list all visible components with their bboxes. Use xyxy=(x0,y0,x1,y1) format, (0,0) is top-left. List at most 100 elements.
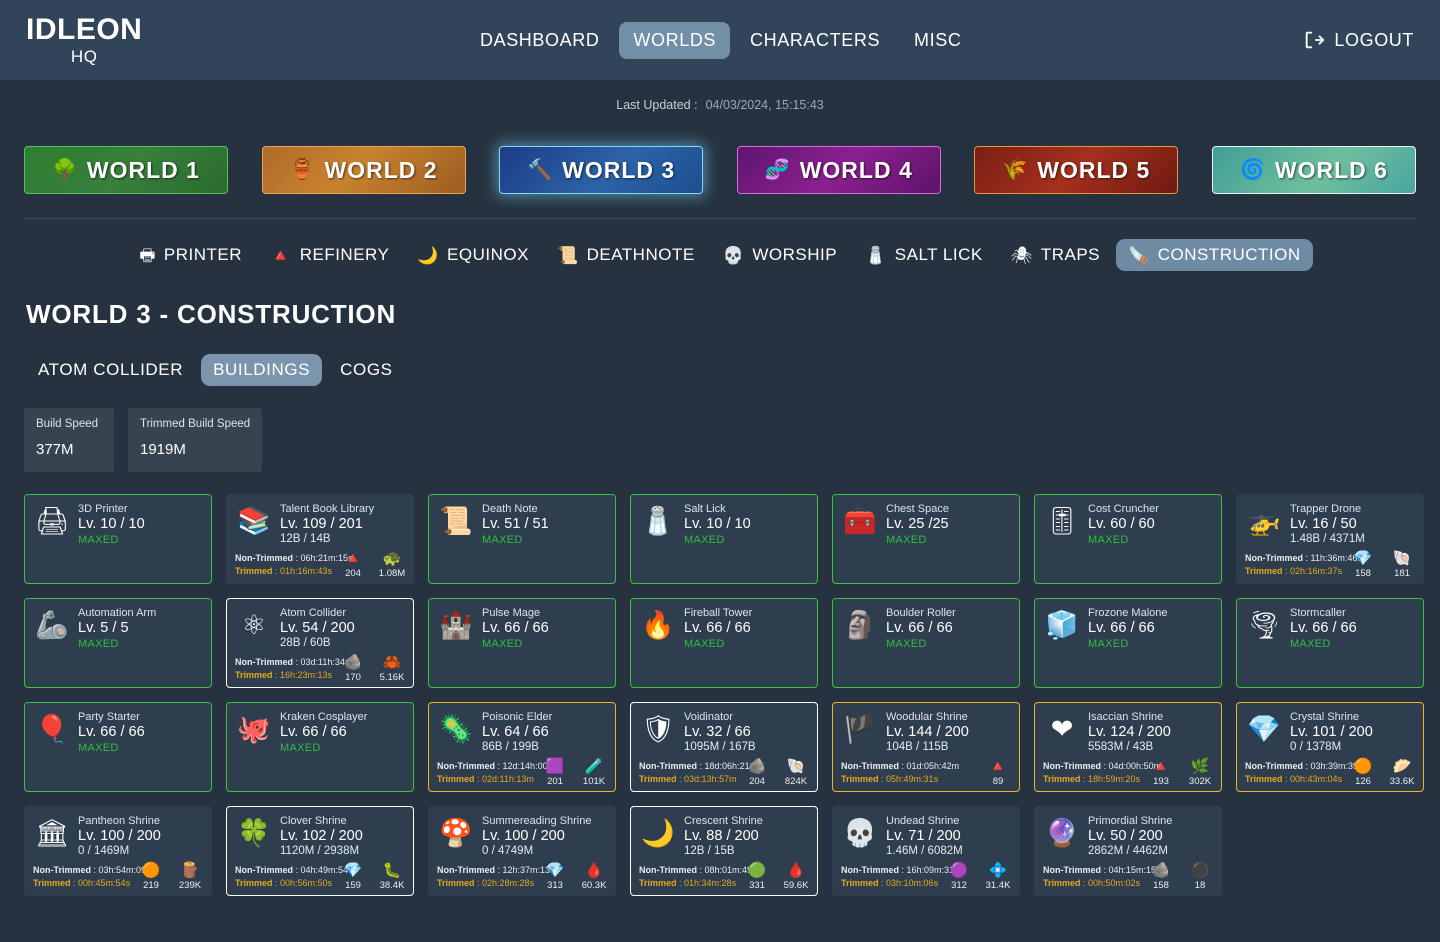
tab-atom-collider[interactable]: ATOM COLLIDER xyxy=(26,354,195,386)
building-card-automation-arm[interactable]: 🦾 Automation Arm Lv. 5 / 5 MAXED xyxy=(24,598,212,688)
building-name: Pantheon Shrine xyxy=(78,815,160,827)
subnav-item-refinery[interactable]: 🔺 REFINERY xyxy=(258,239,401,271)
build-times: Non-Trimmed : 03d:11h:34m Trimmed : 16h:… xyxy=(235,656,352,682)
subnav-item-construction[interactable]: 🪚 CONSTRUCTION xyxy=(1116,239,1313,271)
material-progress: 104B / 115B xyxy=(886,741,949,753)
building-card-trapper-drone[interactable]: 🚁 Trapper Drone Lv. 16 / 50 1.48B / 4371… xyxy=(1236,494,1424,584)
subnav-item-equinox[interactable]: 🌙 EQUINOX xyxy=(405,239,541,271)
building-level: Lv. 124 / 200 xyxy=(1088,724,1171,740)
building-card-death-note[interactable]: 📜 Death Note Lv. 51 / 51 MAXED xyxy=(428,494,616,584)
logout-button[interactable]: LOGOUT xyxy=(1303,0,1414,80)
cost-amount: 201 xyxy=(547,776,563,787)
world-tab-1[interactable]: 🌳 WORLD 1 xyxy=(24,146,228,194)
card-info: Salt Lick Lv. 10 / 10 MAXED xyxy=(684,502,809,546)
world-tab-6[interactable]: 🌀 WORLD 6 xyxy=(1211,146,1416,194)
cost-material-icon: 🪨 xyxy=(343,654,363,671)
cost-item: 🔺 204 xyxy=(338,551,368,580)
page-title: WORLD 3 - CONSTRUCTION xyxy=(26,299,397,329)
building-card-crystal-shrine[interactable]: 💎 Crystal Shrine Lv. 101 / 200 0 / 1378M… xyxy=(1236,702,1424,792)
building-card-chest-space[interactable]: 🧰 Chest Space Lv. 25 /25 MAXED xyxy=(832,494,1020,584)
building-card-3d-printer[interactable]: 🖨 3D Printer Lv. 10 / 10 MAXED xyxy=(24,494,212,584)
salt-lick-icon: 🧂 xyxy=(865,245,887,265)
subnav-item-traps[interactable]: 🕷 TRAPS xyxy=(999,239,1112,271)
world-5-icon: 🌾 xyxy=(1002,159,1028,181)
subnav-item-deathnote[interactable]: 📜 DEATHNOTE xyxy=(545,239,707,271)
building-name: Chest Space xyxy=(886,503,949,515)
material-progress: 0 / 1469M xyxy=(78,845,130,857)
building-card-poisonic-elder[interactable]: 🦠 Poisonic Elder Lv. 64 / 66 86B / 199B … xyxy=(428,702,616,792)
non-trimmed-time: Non-Trimmed : 12d:14h:00m xyxy=(437,761,556,771)
building-card-cost-cruncher[interactable]: 🎚 Cost Cruncher Lv. 60 / 60 MAXED xyxy=(1034,494,1222,584)
salt-lick-icon: 🧂 xyxy=(641,505,675,536)
trapper-drone-icon: 🚁 xyxy=(1247,505,1281,536)
cost-item: 🦀 5.16K xyxy=(377,655,407,684)
clover-shrine-icon: 🍀 xyxy=(237,817,271,848)
cost-item: 🟠 219 xyxy=(136,863,166,892)
building-card-party-starter[interactable]: 🎈 Party Starter Lv. 66 / 66 MAXED xyxy=(24,702,212,792)
cost-amount: 18 xyxy=(1194,880,1206,891)
material-progress: 1.46M / 6082M xyxy=(886,845,963,857)
building-card-crescent-shrine[interactable]: 🌙 Crescent Shrine Lv. 88 / 200 12B / 15B… xyxy=(630,806,818,896)
cost-item: 🩸 60.3K xyxy=(579,863,609,892)
cost-amount: 181 xyxy=(1394,568,1410,579)
building-level: Lv. 101 / 200 xyxy=(1290,724,1373,740)
world-tab-3[interactable]: 🔨 WORLD 3 xyxy=(499,146,704,194)
tab-cogs[interactable]: COGS xyxy=(328,354,404,386)
card-info: Crystal Shrine Lv. 101 / 200 0 / 1378M xyxy=(1290,710,1415,753)
subnav-item-worship[interactable]: 💀 WORSHIP xyxy=(711,239,849,271)
nav-item-characters[interactable]: CHARACTERS xyxy=(736,22,894,59)
app-logo[interactable]: IDLEON HQ xyxy=(0,13,143,66)
building-card-salt-lick[interactable]: 🧂 Salt Lick Lv. 10 / 10 MAXED xyxy=(630,494,818,584)
building-card-summereading-shrine[interactable]: 🍄 Summereading Shrine Lv. 100 / 200 0 / … xyxy=(428,806,616,896)
building-card-woodular-shrine[interactable]: 🏴 Woodular Shrine Lv. 144 / 200 104B / 1… xyxy=(832,702,1020,792)
stat-trimmed-build-speed: Trimmed Build Speed 1919M xyxy=(128,408,263,472)
building-card-fireball-tower[interactable]: 🔥 Fireball Tower Lv. 66 / 66 MAXED xyxy=(630,598,818,688)
non-trimmed-time: Non-Trimmed : 08h:01m:49s xyxy=(639,865,757,875)
nav-item-dashboard[interactable]: DASHBOARD xyxy=(466,22,613,59)
building-card-atom-collider[interactable]: ⚛ Atom Collider Lv. 54 / 200 28B / 60B N… xyxy=(226,598,414,688)
nav-item-misc[interactable]: MISC xyxy=(900,22,975,59)
building-level: Lv. 10 / 10 xyxy=(78,516,145,532)
build-costs: 🟢 331 🩸 59.6K xyxy=(742,863,811,892)
brand-name: IDLEON xyxy=(26,13,143,46)
world-tab-4[interactable]: 🧬 WORLD 4 xyxy=(736,146,941,194)
building-card-boulder-roller[interactable]: 🗿 Boulder Roller Lv. 66 / 66 MAXED xyxy=(832,598,1020,688)
building-card-pulse-mage[interactable]: 🏰 Pulse Mage Lv. 66 / 66 MAXED xyxy=(428,598,616,688)
building-card-primordial-shrine[interactable]: 🔮 Primordial Shrine Lv. 50 / 200 2862M /… xyxy=(1034,806,1222,896)
building-card-clover-shrine[interactable]: 🍀 Clover Shrine Lv. 102 / 200 1120M / 29… xyxy=(226,806,414,896)
undead-shrine-icon: 💀 xyxy=(843,817,877,848)
material-progress: 86B / 199B xyxy=(482,741,539,753)
building-level: Lv. 66 / 66 xyxy=(1088,620,1155,636)
building-card-isaccian-shrine[interactable]: ❤ Isaccian Shrine Lv. 124 / 200 5583M / … xyxy=(1034,702,1222,792)
building-card-voidinator[interactable]: 🛡 Voidinator Lv. 32 / 66 1095M / 167B No… xyxy=(630,702,818,792)
building-card-frozone-malone[interactable]: 🧊 Frozone Malone Lv. 66 / 66 MAXED xyxy=(1034,598,1222,688)
cost-material-icon: 🧪 xyxy=(584,758,604,775)
nav-item-worlds[interactable]: WORLDS xyxy=(619,21,731,59)
building-card-kraken-cosplayer[interactable]: 🐙 Kraken Cosplayer Lv. 66 / 66 MAXED xyxy=(226,702,414,792)
subnav-item-printer[interactable]: 🖶 PRINTER xyxy=(127,239,254,271)
fireball-tower-icon: 🔥 xyxy=(641,609,675,640)
building-card-talent-book-library[interactable]: 📚 Talent Book Library Lv. 109 / 201 12B … xyxy=(226,494,414,584)
building-card-stormcaller[interactable]: 🌪 Stormcaller Lv. 66 / 66 MAXED xyxy=(1236,598,1424,688)
stat-label: Build Speed xyxy=(36,418,99,430)
trimmed-time: Trimmed : 03h:10m:06s xyxy=(841,878,939,888)
building-card-undead-shrine[interactable]: 💀 Undead Shrine Lv. 71 / 200 1.46M / 608… xyxy=(832,806,1020,896)
world-tab-label: WORLD 3 xyxy=(562,156,676,183)
card-header: 🗿 Boulder Roller Lv. 66 / 66 MAXED xyxy=(841,606,1011,650)
card-header: 🖨 3D Printer Lv. 10 / 10 MAXED xyxy=(33,502,203,546)
card-info: Cost Cruncher Lv. 60 / 60 MAXED xyxy=(1088,502,1213,546)
cost-item: 🧪 101K xyxy=(579,758,609,788)
subnav-item-salt-lick[interactable]: 🧂 SALT LICK xyxy=(853,239,995,271)
card-info: 3D Printer Lv. 10 / 10 MAXED xyxy=(78,502,203,546)
tab-buildings[interactable]: BUILDINGS xyxy=(201,354,323,386)
world-tab-2[interactable]: 🏺 WORLD 2 xyxy=(261,146,466,194)
trimmed-time: Trimmed : 05h:49m:31s xyxy=(841,774,939,784)
cost-material-icon: 💎 xyxy=(1353,550,1373,567)
cost-item: 🟪 201 xyxy=(540,759,570,788)
world-tab-5[interactable]: 🌾 WORLD 5 xyxy=(974,146,1179,194)
build-costs: 💎 159 🐛 38.4K xyxy=(338,863,407,892)
building-level: Lv. 66 / 66 xyxy=(1290,620,1357,636)
building-card-pantheon-shrine[interactable]: 🏛 Pantheon Shrine Lv. 100 / 200 0 / 1469… xyxy=(24,806,212,896)
building-name: Stormcaller xyxy=(1290,607,1346,619)
card-header: 🎚 Cost Cruncher Lv. 60 / 60 MAXED xyxy=(1043,502,1213,546)
